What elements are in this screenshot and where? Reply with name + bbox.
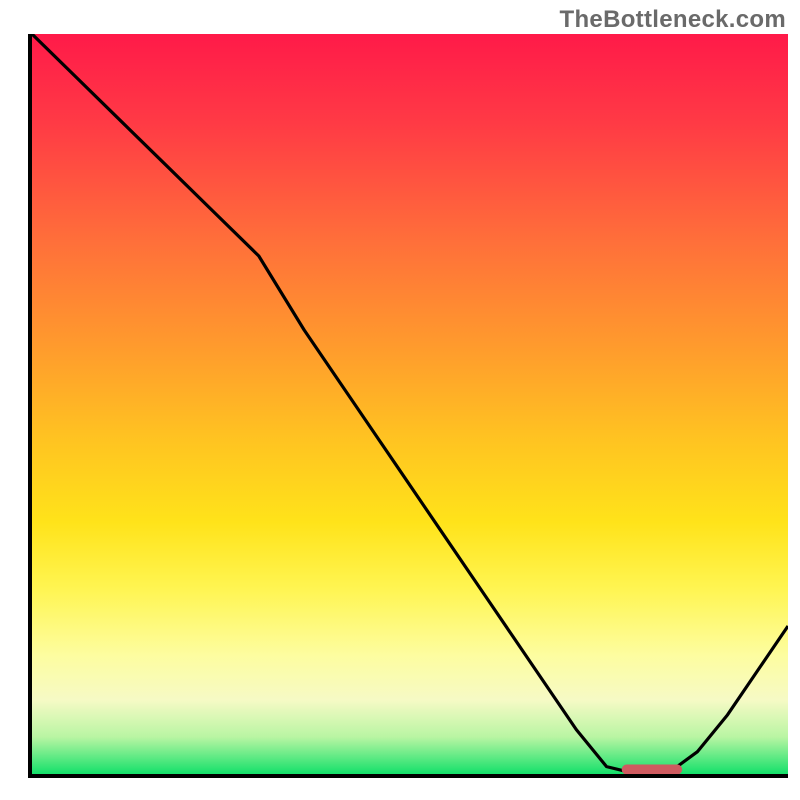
bottleneck-curve: [32, 34, 788, 774]
curve-layer: [32, 34, 788, 774]
chart-frame: TheBottleneck.com: [0, 0, 800, 800]
optimal-marker: [622, 765, 682, 774]
plot-area: [28, 34, 788, 778]
watermark-text: TheBottleneck.com: [560, 6, 786, 34]
